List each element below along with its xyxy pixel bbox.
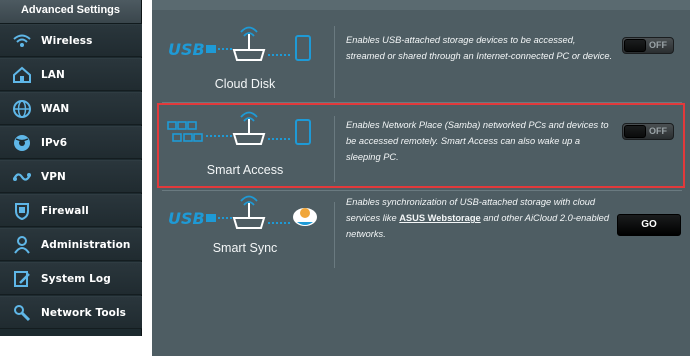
- sidebar-title: Advanced Settings: [0, 0, 141, 24]
- cloud-disk-toggle[interactable]: OFF: [622, 37, 674, 54]
- sidebar-item-vpn[interactable]: VPN: [0, 160, 142, 193]
- feature-name: Smart Access: [206, 163, 284, 177]
- feature-description: Enables Network Place (Samba) networked …: [346, 120, 609, 162]
- feature-row-smart-sync: USB Smart Sync Enables synchronization o…: [162, 194, 682, 268]
- smart-sync-graphic: USB: [168, 195, 317, 229]
- cloud-disk-graphic: USB: [168, 26, 311, 61]
- feature-description: Enables synchronization of USB-attached …: [346, 197, 610, 239]
- smart-sync-go-button[interactable]: GO: [617, 214, 681, 236]
- feature-description: Enables USB-attached storage devices to …: [346, 35, 613, 61]
- bottom-strip: [0, 336, 690, 356]
- sidebar-item-administration[interactable]: Administration: [0, 228, 142, 261]
- divider-vertical: [334, 116, 335, 182]
- user-icon: [11, 234, 33, 256]
- panel-top-strip: [152, 0, 690, 10]
- toggle-state: OFF: [649, 40, 667, 50]
- log-icon: [11, 268, 33, 290]
- smart-access-graphic: [167, 111, 311, 145]
- sidebar-item-wan[interactable]: WAN: [0, 92, 142, 125]
- smart-access-toggle[interactable]: OFF: [622, 123, 674, 140]
- asus-webstorage-link[interactable]: ASUS Webstorage: [399, 213, 480, 223]
- main-panel: USB Cloud Disk Enables USB-attached stor…: [152, 0, 690, 356]
- usb-logo-text: USB: [168, 209, 205, 228]
- sidebar-item-network-tools[interactable]: Network Tools: [0, 296, 142, 329]
- toggle-knob: [624, 39, 646, 52]
- vpn-icon: [11, 166, 33, 188]
- sidebar-item-label: Network Tools: [41, 306, 127, 319]
- bottom-strip-panel: [152, 336, 690, 356]
- sidebar-item-ipv6[interactable]: IPv6: [0, 126, 142, 159]
- globe-icon: [11, 98, 33, 120]
- sidebar-item-label: Administration: [41, 238, 131, 251]
- sidebar-item-label: System Log: [41, 272, 111, 285]
- sidebar-item-label: WAN: [41, 102, 70, 115]
- tools-icon: [11, 302, 33, 324]
- divider-horizontal: [162, 190, 682, 191]
- sidebar-item-lan[interactable]: LAN: [0, 58, 142, 91]
- sidebar-item-label: Firewall: [41, 204, 89, 217]
- sidebar-item-label: VPN: [41, 170, 66, 183]
- home-icon: [11, 64, 33, 86]
- usb-logo-text: USB: [168, 40, 205, 59]
- feature-row-cloud-disk: USB Cloud Disk Enables USB-attached stor…: [162, 18, 682, 100]
- sidebar-item-system-log[interactable]: System Log: [0, 262, 142, 295]
- toggle-state: OFF: [649, 126, 667, 136]
- toggle-knob: [624, 125, 646, 138]
- divider-vertical: [334, 202, 335, 268]
- sidebar-item-label: IPv6: [41, 136, 68, 149]
- sidebar-item-label: LAN: [41, 68, 65, 81]
- sidebar-item-wireless[interactable]: Wireless: [0, 24, 142, 57]
- shield-icon: [11, 200, 33, 222]
- ipv6-globe-icon: [11, 132, 33, 154]
- divider-vertical: [334, 26, 335, 98]
- wifi-icon: [11, 30, 33, 52]
- feature-row-smart-access: Smart Access Enables Network Place (Samb…: [162, 108, 682, 184]
- feature-name: Smart Sync: [212, 241, 278, 255]
- divider-horizontal: [162, 102, 682, 103]
- sidebar-item-firewall[interactable]: Firewall: [0, 194, 142, 227]
- sidebar: Advanced Settings Wireless LAN WAN IPv6 …: [0, 0, 142, 336]
- feature-name: Cloud Disk: [214, 77, 276, 91]
- sidebar-item-label: Wireless: [41, 34, 93, 47]
